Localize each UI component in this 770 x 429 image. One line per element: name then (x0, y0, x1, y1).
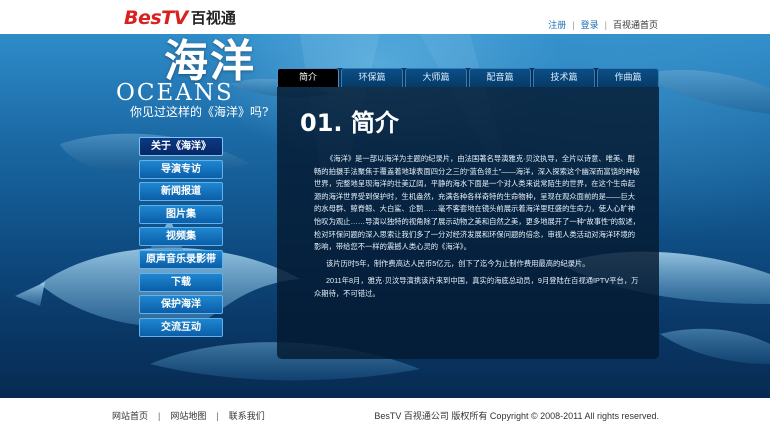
menu-item-news[interactable]: 新闻报道 (139, 182, 223, 202)
menu-item-director-interview[interactable]: 导演专访 (139, 159, 223, 179)
menu-item-soundtrack[interactable]: 原声音乐录影带 (139, 249, 223, 269)
tab-composition[interactable]: 作曲篇 (597, 68, 659, 87)
content-paragraph: 该片历时5年，制作费高达人民币5亿元，创下了迄今为止制作费用最高的纪录片。 (326, 259, 590, 269)
tab-masters[interactable]: 大师篇 (405, 68, 467, 87)
side-menu: 关于《海洋》 导演专访 新闻报道 图片集 视频集 原声音乐录影带 下载 保护海洋… (139, 137, 223, 340)
title-oceans-cn: 海洋 (164, 36, 256, 87)
site-footer: 网站首页 | 网站地图 | 联系我们 BesTV 百视通公司 版权所有 Copy… (0, 398, 770, 429)
separator: | (604, 19, 607, 30)
tagline: 你见过这样的《海洋》吗? (130, 105, 269, 119)
menu-item-about[interactable]: 关于《海洋》 (139, 137, 223, 156)
copyright: BesTV 百视通公司 版权所有 Copyright © 2008-2011 A… (374, 411, 659, 421)
content-body: 《海洋》是一部以海洋为主题的纪录片，由法国著名导演雅克·贝汶执导，全片以诗意、唯… (314, 153, 642, 305)
separator: | (216, 410, 219, 421)
content-tabs: 简介 环保篇 大师篇 配音篇 技术篇 作曲篇 (277, 68, 659, 87)
menu-item-protect-ocean[interactable]: 保护海洋 (139, 295, 223, 315)
title-oceans-en: OCEANS (116, 80, 234, 106)
footer-links: 网站首页 | 网站地图 | 联系我们 (112, 409, 265, 422)
ocean-background: 海洋 OCEANS 你见过这样的《海洋》吗? 简介 环保篇 大师篇 配音篇 技术… (0, 34, 770, 398)
tab-environment[interactable]: 环保篇 (341, 68, 403, 87)
tab-dubbing[interactable]: 配音篇 (469, 68, 531, 87)
footer-home-link[interactable]: 网站首页 (112, 409, 148, 422)
menu-item-pictures[interactable]: 图片集 (139, 204, 223, 224)
register-link[interactable]: 注册 (548, 18, 566, 31)
site-header: BesTV 百视通 注册 | 登录 | 百视通首页 (0, 0, 770, 34)
content-title: 01. 简介 (300, 109, 399, 137)
separator: | (158, 410, 161, 421)
content-paragraph: 《海洋》是一部以海洋为主题的纪录片，由法国著名导演雅克·贝汶执导，全片以诗意、唯… (314, 154, 640, 252)
menu-item-download[interactable]: 下载 (139, 272, 223, 292)
logo-mark: BesTV (124, 7, 188, 29)
login-link[interactable]: 登录 (581, 18, 599, 31)
menu-item-videos[interactable]: 视频集 (139, 227, 223, 247)
separator: | (572, 19, 575, 30)
logo-text: 百视通 (190, 9, 236, 27)
menu-item-community[interactable]: 交流互动 (139, 317, 223, 337)
top-links: 注册 | 登录 | 百视通首页 (548, 18, 658, 31)
tab-technology[interactable]: 技术篇 (533, 68, 595, 87)
tab-intro[interactable]: 简介 (277, 68, 339, 87)
footer-sitemap-link[interactable]: 网站地图 (170, 409, 206, 422)
content-paragraph: 2011年8月，雅克·贝汶导演携该片来到中国，真实的海底总动员，9月登陆在百视通… (314, 276, 639, 298)
bestv-home-link[interactable]: 百视通首页 (613, 18, 658, 31)
footer-contact-link[interactable]: 联系我们 (229, 409, 265, 422)
bestv-logo[interactable]: BesTV 百视通 (124, 6, 236, 28)
